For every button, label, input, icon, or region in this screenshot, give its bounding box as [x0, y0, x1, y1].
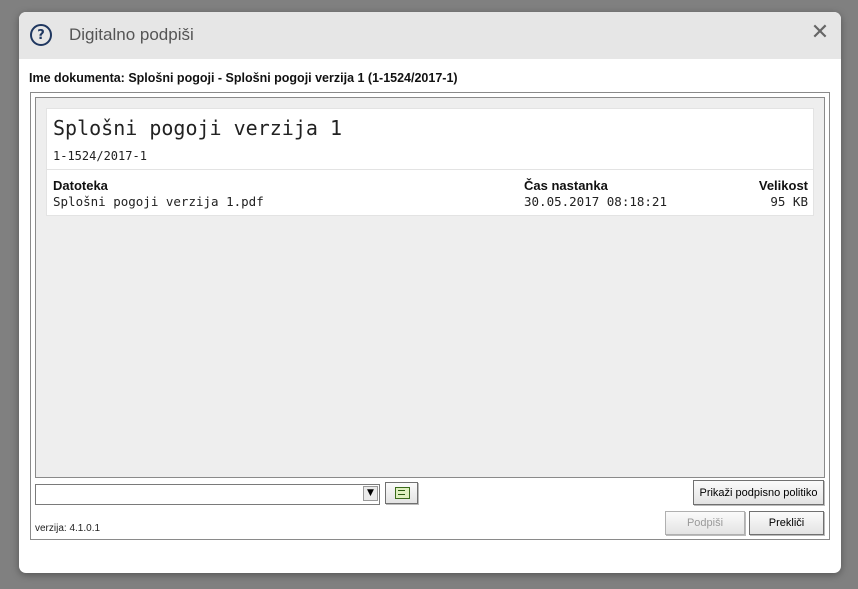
sign-button[interactable]: Podpiši [665, 511, 745, 535]
column-header-file: Datoteka [53, 178, 108, 193]
version-label: verzija: 4.1.0.1 [35, 523, 101, 534]
cancel-button[interactable]: Prekliči [749, 511, 824, 535]
chevron-down-icon[interactable]: ▼ [363, 486, 378, 501]
file-created-time: 30.05.2017 08:18:21 [524, 194, 667, 209]
certificate-button[interactable] [385, 482, 418, 504]
show-signing-policy-button[interactable]: Prikaži podpisno politiko [693, 480, 824, 505]
column-header-created: Čas nastanka [524, 178, 608, 193]
document-id: 1-1524/2017-1 [53, 149, 147, 163]
certificate-icon [395, 487, 410, 499]
document-card: Splošni pogoji verzija 1 1-1524/2017-1 D… [46, 108, 814, 216]
document-name-label: Ime dokumenta: Splošni pogoji - Splošni … [29, 71, 458, 85]
documents-list-area: Splošni pogoji verzija 1 1-1524/2017-1 D… [35, 97, 825, 478]
file-name: Splošni pogoji verzija 1.pdf [53, 194, 264, 209]
close-icon[interactable]: ✕ [809, 22, 831, 44]
sign-dialog: ? Digitalno podpiši ✕ Ime dokumenta: Spl… [19, 12, 841, 573]
content-panel: Splošni pogoji verzija 1 1-1524/2017-1 D… [30, 92, 830, 540]
help-icon[interactable]: ? [30, 24, 52, 46]
divider [47, 169, 813, 170]
certificate-select[interactable]: ▼ [35, 484, 380, 505]
document-title: Splošni pogoji verzija 1 [53, 116, 342, 140]
dialog-titlebar: ? Digitalno podpiši ✕ [19, 12, 841, 59]
column-header-size: Velikost [758, 178, 808, 193]
dialog-title: Digitalno podpiši [69, 25, 194, 44]
file-size: 95 KB [770, 194, 808, 209]
